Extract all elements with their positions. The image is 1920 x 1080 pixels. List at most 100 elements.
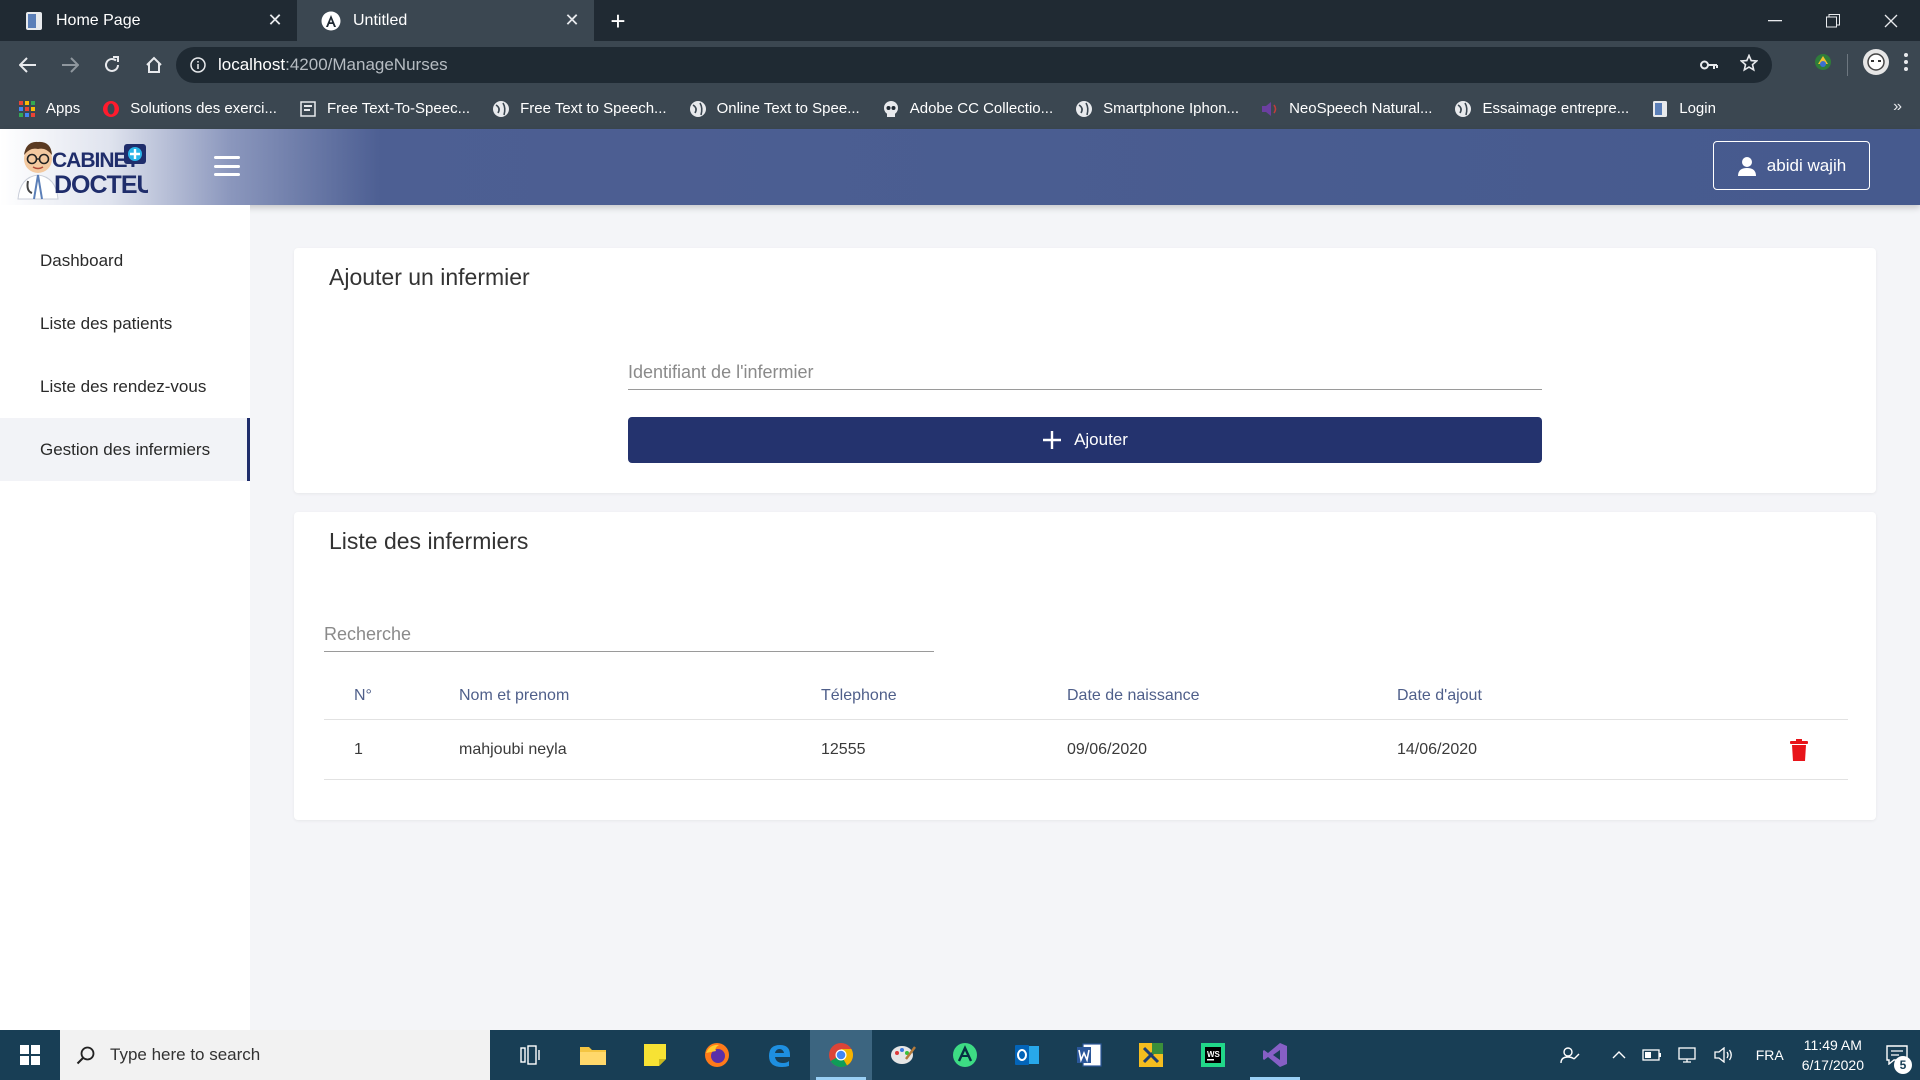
info-icon[interactable]: [190, 57, 206, 73]
close-window-button[interactable]: [1862, 0, 1920, 41]
file-explorer-icon[interactable]: [562, 1030, 624, 1080]
webstorm-icon[interactable]: WS: [1182, 1030, 1244, 1080]
nurse-id-input[interactable]: [628, 356, 1542, 389]
bookmark-essaimage[interactable]: Essaimage entrepre...: [1454, 100, 1629, 118]
sidebar-item-label: Liste des rendez-vous: [40, 376, 207, 396]
user-name: abidi wajih: [1766, 155, 1847, 175]
globe-icon: [689, 100, 707, 118]
column-header-number[interactable]: N°: [324, 687, 459, 705]
windows-start-button[interactable]: [0, 1030, 60, 1080]
sidebar-item-label: Dashboard: [40, 250, 124, 270]
bookmark-label: Free Text-To-Speec...: [326, 100, 471, 117]
add-nurse-button-label: Ajouter: [1074, 430, 1128, 449]
address-bar[interactable]: localhost:4200/ManageNurses: [176, 47, 1772, 83]
edge-icon[interactable]: [748, 1030, 810, 1080]
home-button[interactable]: [134, 45, 174, 85]
tab-title: Untitled: [353, 11, 408, 29]
angular-icon: [321, 11, 341, 31]
profile-avatar[interactable]: [1862, 48, 1890, 81]
sidebar-item-dashboard[interactable]: Dashboard: [0, 229, 250, 292]
nurse-id-field: [628, 356, 1542, 390]
globe-icon: [1075, 100, 1093, 118]
url-path: :4200/ManageNurses: [285, 55, 448, 74]
star-icon[interactable]: [1739, 52, 1759, 77]
search-input[interactable]: [324, 618, 934, 651]
bookmark-smartphone[interactable]: Smartphone Iphon...: [1075, 100, 1239, 118]
column-header-birth-date[interactable]: Date de naissance: [1067, 687, 1397, 705]
clock-time: 11:49 AM: [1803, 1037, 1862, 1053]
language-indicator[interactable]: FRA: [1756, 1047, 1784, 1063]
network-icon[interactable]: [1678, 1047, 1698, 1063]
bookmark-label: Smartphone Iphon...: [1103, 100, 1240, 117]
search-field: [324, 618, 934, 652]
reload-button[interactable]: [92, 45, 132, 85]
sidebar-item-appointments[interactable]: Liste des rendez-vous: [0, 355, 250, 418]
document-icon: [24, 11, 44, 31]
add-nurse-title: Ajouter un infermier: [329, 264, 530, 290]
skull-icon: [882, 100, 900, 118]
new-tab-button[interactable]: +: [600, 3, 636, 39]
nurse-list-card: Liste des infermiers N° Nom et prenom Té…: [294, 512, 1876, 820]
bookmark-neospeech[interactable]: NeoSpeech Natural...: [1261, 100, 1432, 118]
bookmark-login[interactable]: Login: [1651, 100, 1716, 118]
column-header-name[interactable]: Nom et prenom: [459, 687, 821, 705]
sidebar-item-nurses[interactable]: Gestion des infermiers: [0, 418, 250, 481]
taskbar-search-box[interactable]: Type here to search: [60, 1030, 490, 1080]
bookmark-solutions[interactable]: Solutions des exerci...: [102, 100, 277, 118]
cell-birth-date: 09/06/2020: [1067, 740, 1148, 758]
chrome-icon[interactable]: [810, 1030, 872, 1080]
column-header-phone[interactable]: Télephone: [821, 687, 1067, 705]
tab-title: Home Page: [56, 11, 141, 29]
extension-icon[interactable]: [1813, 52, 1833, 77]
user-profile-button[interactable]: abidi wajih: [1713, 141, 1870, 190]
cell-actions: [1697, 738, 1848, 761]
table-row: 1 mahjoubi neyla 12555 09/06/2020 14/06/…: [324, 720, 1848, 780]
android-studio-icon[interactable]: [934, 1030, 996, 1080]
sidebar-item-patients[interactable]: Liste des patients: [0, 292, 250, 355]
tab-untitled[interactable]: Untitled ✕: [297, 0, 594, 41]
bookmark-free-text-speech[interactable]: Free Text to Speech...: [492, 100, 667, 118]
tab-home-page[interactable]: Home Page ✕: [0, 0, 297, 41]
outlook-icon[interactable]: [996, 1030, 1058, 1080]
bookmark-apps[interactable]: Apps: [18, 100, 80, 118]
nurse-list-title: Liste des infermiers: [329, 528, 529, 554]
firefox-icon[interactable]: [686, 1030, 748, 1080]
bookmark-label: Essaimage entrepre...: [1482, 100, 1630, 117]
bookmark-adobe[interactable]: Adobe CC Collectio...: [882, 100, 1053, 118]
globe-icon: [1454, 100, 1472, 118]
clock-date: 6/17/2020: [1801, 1057, 1864, 1073]
back-button[interactable]: [8, 45, 48, 85]
trash-icon[interactable]: [1790, 738, 1808, 761]
visual-studio-icon[interactable]: [1244, 1030, 1306, 1080]
bookmark-online-tts[interactable]: Online Text to Spee...: [689, 100, 860, 118]
column-header-added-date[interactable]: Date d'ajout: [1397, 687, 1697, 705]
menu-dots-icon[interactable]: [1904, 53, 1908, 76]
close-icon[interactable]: ✕: [562, 10, 582, 31]
notification-center-icon[interactable]: 5: [1874, 1030, 1920, 1080]
restore-button[interactable]: [1804, 0, 1862, 41]
bookmark-label: Login: [1679, 100, 1716, 117]
chevron-up-icon[interactable]: [1612, 1051, 1626, 1059]
cell-added-date: 14/06/2020: [1397, 740, 1478, 758]
forward-button[interactable]: [50, 45, 90, 85]
task-view-icon[interactable]: [500, 1030, 562, 1080]
add-nurse-button[interactable]: Ajouter: [628, 417, 1542, 463]
add-nurse-card: Ajouter un infermier Ajouter: [294, 248, 1876, 493]
cell-phone: 12555: [821, 740, 866, 758]
bookmark-free-tts[interactable]: Free Text-To-Speec...: [299, 100, 470, 118]
people-icon[interactable]: [1560, 1046, 1580, 1064]
sticky-notes-icon[interactable]: [624, 1030, 686, 1080]
close-icon[interactable]: ✕: [265, 10, 285, 31]
minimize-button[interactable]: [1746, 0, 1804, 41]
taskbar-clock[interactable]: 11:49 AM 6/17/2020: [1802, 1035, 1864, 1075]
key-icon[interactable]: [1700, 55, 1718, 75]
xampp-icon[interactable]: [1120, 1030, 1182, 1080]
hamburger-menu-icon[interactable]: [214, 156, 240, 176]
cabinet-docteur-logo[interactable]: CABINET DOCTEUR: [12, 133, 173, 201]
chevron-right-icon[interactable]: »: [1893, 98, 1902, 116]
battery-icon[interactable]: [1642, 1049, 1662, 1061]
paint-icon[interactable]: [872, 1030, 934, 1080]
window-controls: [1746, 0, 1920, 41]
word-icon[interactable]: [1058, 1030, 1120, 1080]
volume-icon[interactable]: [1714, 1047, 1734, 1063]
